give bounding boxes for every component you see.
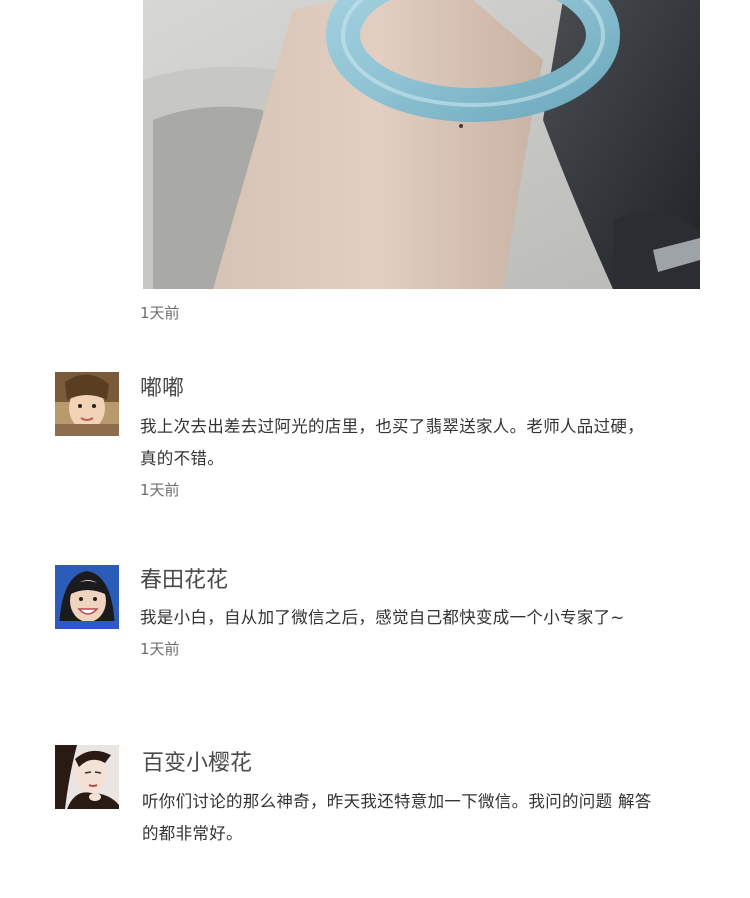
comment-text-line: 我上次去出差去过阿光的店里，也买了翡翠送家人。老师人品过硬， [140, 417, 644, 436]
avatar[interactable] [55, 372, 119, 436]
avatar[interactable] [55, 745, 119, 809]
avatar-image [55, 372, 119, 436]
comment-timestamp: 1天前 [140, 640, 180, 658]
comment-author[interactable]: 春田花花 [140, 566, 228, 596]
comment-text: 我上次去出差去过阿光的店里，也买了翡翠送家人。老师人品过硬， 真的不错。 [140, 411, 700, 475]
comment-text: 听你们讨论的那么神奇，昨天我还特意加一下微信。我问的问题 解答 的都非常好。 [142, 786, 702, 850]
bangle-photo-image [143, 0, 700, 289]
post-timestamp: 1天前 [140, 304, 180, 322]
avatar[interactable] [55, 565, 119, 629]
comment-text-line: 听你们讨论的那么神奇，昨天我还特意加一下微信。我问的问题 解答 [142, 792, 652, 811]
comment-text-line: 的都非常好。 [142, 824, 243, 843]
comment-timestamp: 1天前 [140, 481, 180, 499]
comment-text-line: 真的不错。 [140, 449, 224, 468]
comment-text: 我是小白，自从加了微信之后，感觉自己都快变成一个小专家了~ [140, 602, 700, 634]
comment-text-line: 我是小白，自从加了微信之后，感觉自己都快变成一个小专家了~ [140, 608, 625, 627]
post-photo[interactable] [143, 0, 700, 289]
comment-author[interactable]: 嘟嘟 [140, 374, 184, 404]
comment-author[interactable]: 百变小樱花 [142, 749, 252, 779]
avatar-image [55, 565, 119, 629]
avatar-image [55, 745, 119, 809]
